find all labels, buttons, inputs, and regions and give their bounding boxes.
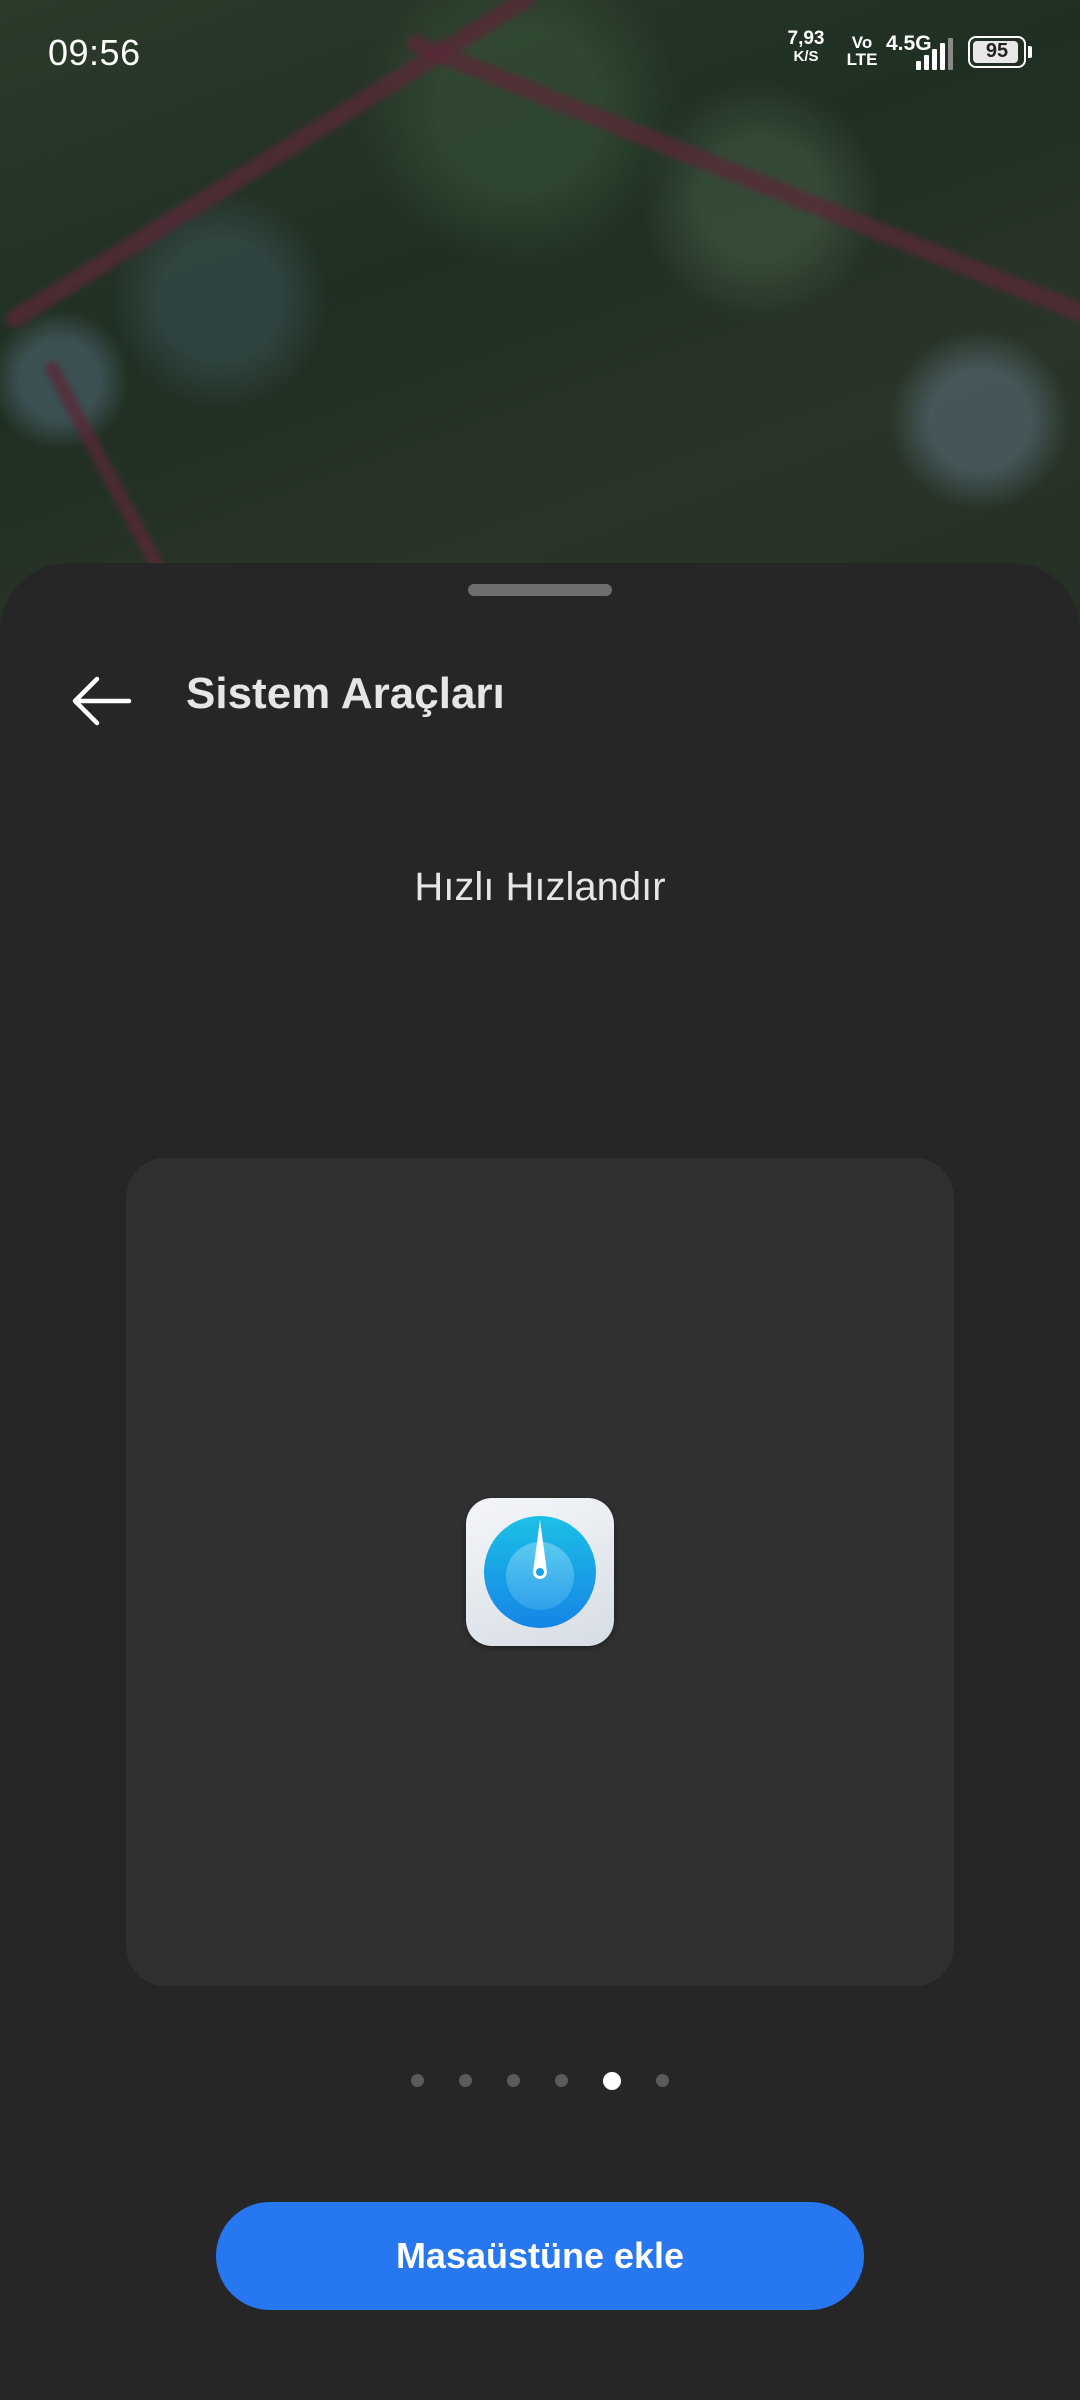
battery-icon: 95 bbox=[968, 36, 1026, 68]
speedometer-icon bbox=[466, 1498, 614, 1646]
pagination-dot-active[interactable] bbox=[603, 2071, 621, 2090]
add-to-home-button[interactable]: Masaüstüne ekle bbox=[216, 2202, 864, 2310]
speedometer-graphic bbox=[484, 1516, 596, 1628]
back-button[interactable] bbox=[60, 660, 142, 742]
signal-strength-icon bbox=[916, 38, 956, 70]
wallpaper-branch bbox=[42, 358, 178, 596]
pagination-dot[interactable] bbox=[555, 2074, 568, 2087]
network-speed-unit: K/S bbox=[793, 48, 819, 65]
widget-preview-card[interactable] bbox=[126, 1158, 954, 1986]
sheet-drag-handle[interactable] bbox=[468, 584, 612, 596]
widget-picker-sheet: Sistem Araçları Hızlı Hızlandır Masaüstü… bbox=[0, 563, 1080, 2400]
pagination-dots bbox=[0, 2071, 1080, 2090]
pagination-dot[interactable] bbox=[411, 2074, 424, 2087]
battery-tip bbox=[1028, 46, 1032, 58]
pagination-dot[interactable] bbox=[459, 2074, 472, 2087]
volte-bottom-label: LTE bbox=[846, 50, 878, 69]
arrow-left-icon bbox=[72, 676, 132, 726]
pagination-dot[interactable] bbox=[656, 2074, 669, 2087]
volte-top-label: Vo bbox=[851, 33, 873, 52]
sheet-title: Sistem Araçları bbox=[186, 669, 505, 718]
status-time: 09:56 bbox=[48, 32, 141, 73]
network-speed: 7,93 K/S bbox=[784, 28, 828, 66]
network-speed-value: 7,93 bbox=[787, 28, 825, 49]
pagination-dot[interactable] bbox=[507, 2074, 520, 2087]
battery-level: 95 bbox=[985, 40, 1009, 62]
widget-name: Hızlı Hızlandır bbox=[414, 865, 666, 909]
status-bar: 09:56 7,93 K/S Vo LTE 4.5G 95 bbox=[0, 0, 1080, 110]
volte-indicator: Vo LTE bbox=[844, 34, 880, 68]
